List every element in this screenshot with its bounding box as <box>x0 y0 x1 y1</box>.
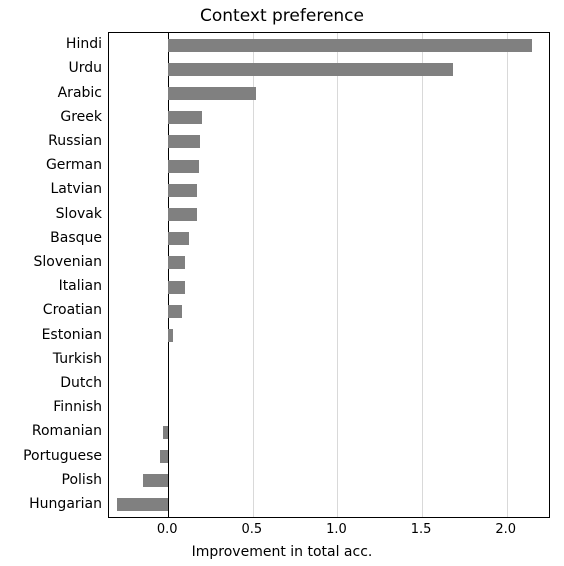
zero-line <box>168 33 169 517</box>
bar <box>168 305 182 318</box>
bar <box>117 498 168 511</box>
gridline <box>253 33 254 517</box>
bar <box>168 111 202 124</box>
bar <box>160 450 168 463</box>
y-tick-label: Arabic <box>58 85 102 101</box>
bar <box>168 39 532 52</box>
x-tick-label: 0.0 <box>157 522 178 537</box>
y-tick-label: Hindi <box>66 36 102 52</box>
y-tick-label: Latvian <box>51 181 103 197</box>
y-tick-label: Finnish <box>53 399 102 415</box>
context-preference-chart: Context preference Improvement in total … <box>0 0 564 566</box>
gridline <box>337 33 338 517</box>
bar <box>143 474 168 487</box>
x-axis-label: Improvement in total acc. <box>0 544 564 560</box>
y-tick-label: Basque <box>50 230 102 246</box>
y-tick-label: Polish <box>62 472 102 488</box>
bar <box>168 160 198 173</box>
bar <box>163 426 168 439</box>
y-tick-label: Romanian <box>32 423 102 439</box>
plot-area <box>108 32 550 518</box>
y-tick-label: Italian <box>59 278 102 294</box>
y-tick-label: Russian <box>48 133 102 149</box>
bar <box>168 329 173 342</box>
bar <box>168 184 197 197</box>
x-tick-label: 2.0 <box>495 522 516 537</box>
gridline <box>422 33 423 517</box>
y-tick-label: Hungarian <box>29 496 102 512</box>
y-tick-label: Slovenian <box>34 254 102 270</box>
gridline <box>507 33 508 517</box>
bar <box>168 63 452 76</box>
x-tick-label: 1.0 <box>326 522 347 537</box>
y-tick-label: Croatian <box>43 302 102 318</box>
y-tick-label: Urdu <box>68 60 102 76</box>
chart-title: Context preference <box>0 6 564 26</box>
y-tick-label: Greek <box>60 109 102 125</box>
bar <box>168 281 185 294</box>
y-tick-label: Turkish <box>53 351 102 367</box>
y-tick-label: German <box>46 157 102 173</box>
x-tick-label: 0.5 <box>242 522 263 537</box>
y-tick-label: Estonian <box>42 327 102 343</box>
x-tick-label: 1.5 <box>411 522 432 537</box>
bar <box>168 256 185 269</box>
y-tick-label: Slovak <box>56 206 102 222</box>
bar <box>168 135 200 148</box>
y-tick-label: Dutch <box>60 375 102 391</box>
bar <box>168 87 256 100</box>
bar <box>168 232 188 245</box>
y-tick-label: Portuguese <box>23 448 102 464</box>
bar <box>168 208 197 221</box>
